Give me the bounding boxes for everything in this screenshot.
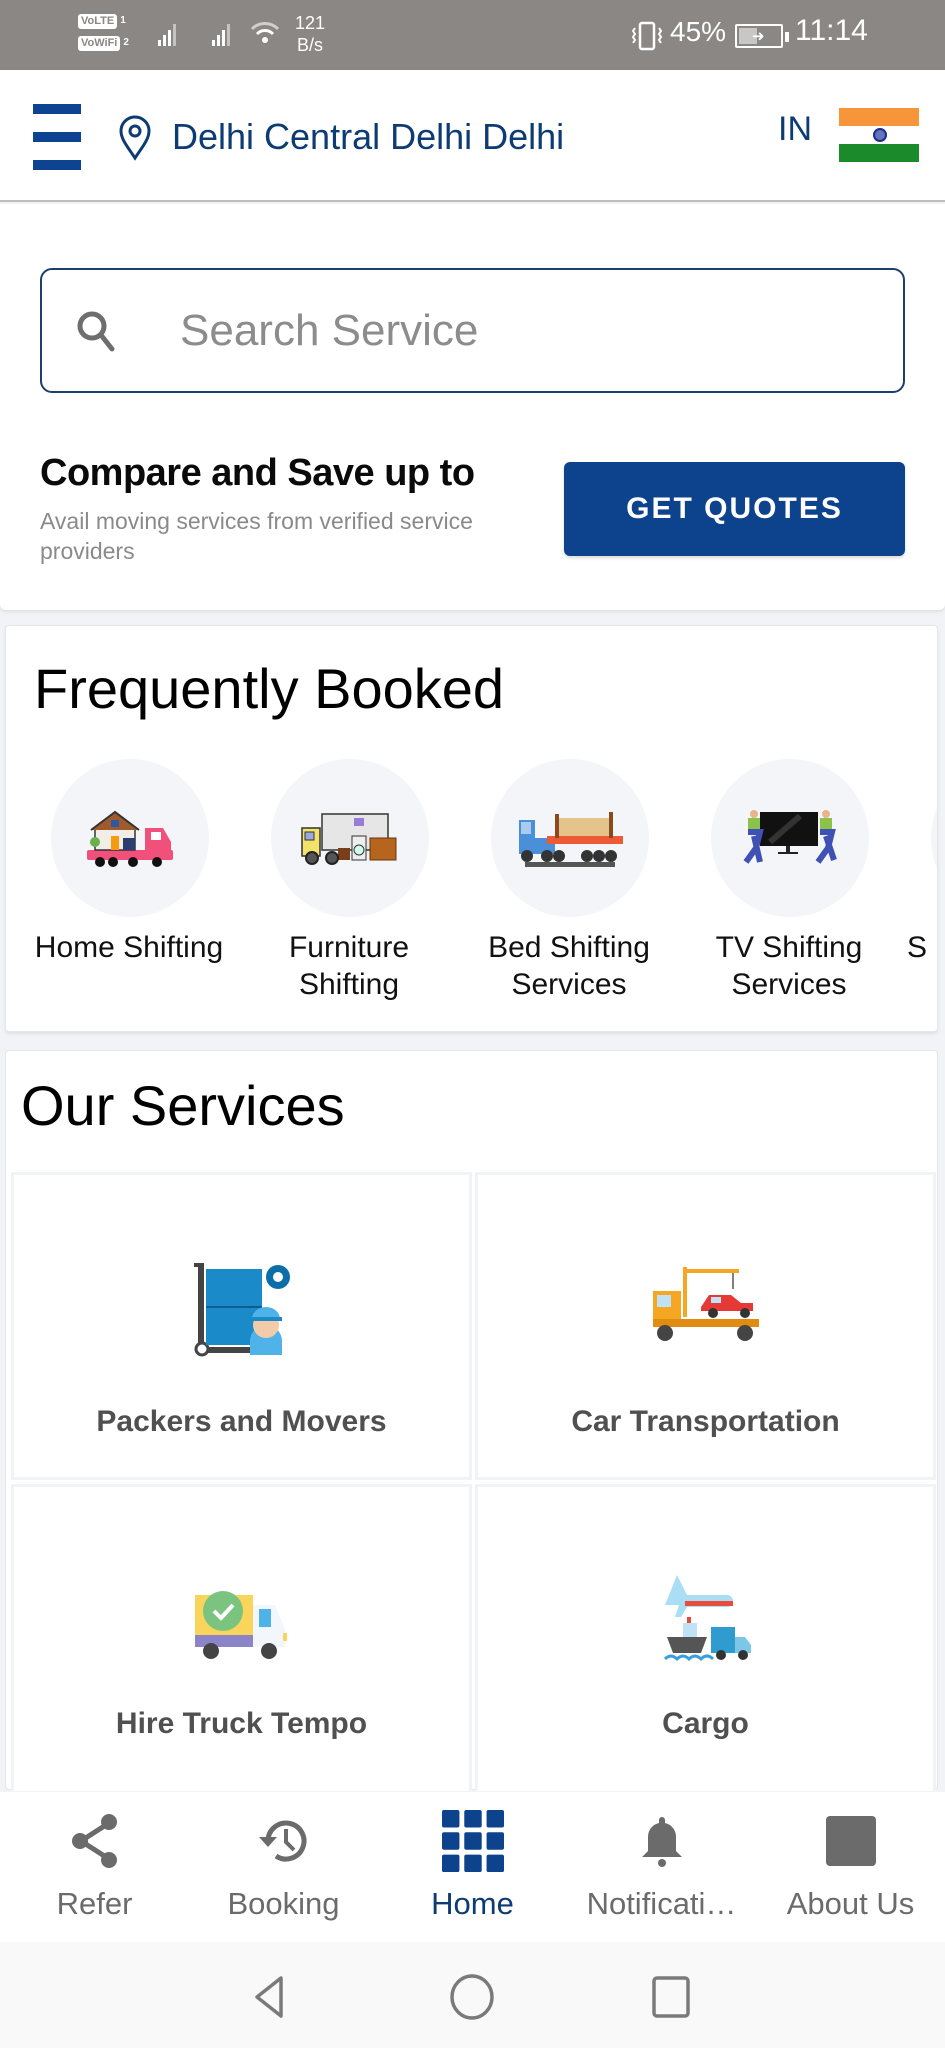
freq-item-label: Bed Shifting Services	[488, 931, 650, 1001]
get-quotes-button[interactable]: GET QUOTES	[564, 462, 905, 556]
charging-bolt-icon: ➜	[752, 28, 765, 45]
search-box[interactable]	[40, 268, 905, 393]
battery-icon: ➜	[735, 24, 789, 48]
nav-label: Home	[431, 1886, 514, 1921]
nav-label: Refer	[56, 1886, 133, 1921]
india-flag-icon[interactable]	[839, 108, 919, 162]
search-input[interactable]	[180, 300, 880, 362]
service-label: Hire Truck Tempo	[115, 1707, 368, 1740]
frequently-booked-list[interactable]: Home Shifting Furniture Shifting Bed Shi…	[6, 759, 937, 1019]
furniture-truck-icon	[301, 813, 397, 865]
freq-item-label: Home Shifting	[34, 931, 224, 964]
location-pin-icon[interactable]	[117, 115, 153, 161]
sim-badges: VoLTE 1 VoWiFi 2	[78, 10, 129, 54]
ashoka-chakra	[873, 127, 887, 142]
delivery-truck-check-icon	[194, 1591, 287, 1659]
service-label: Car Transportation	[571, 1405, 840, 1438]
nav-label: Booking	[227, 1886, 340, 1921]
service-label: Packers and Movers	[96, 1405, 387, 1438]
home-button-icon[interactable]	[447, 1972, 497, 2022]
location-label[interactable]: Delhi Central Delhi Delhi	[172, 116, 564, 158]
service-cargo[interactable]: Cargo	[478, 1487, 933, 1791]
freq-item-partial[interactable]: S	[904, 759, 937, 1019]
search-icon	[77, 311, 115, 352]
bell-icon	[642, 1817, 682, 1867]
network-speed-value: 121	[295, 13, 326, 33]
nav-refer[interactable]: Refer	[0, 1810, 189, 1930]
packers-movers-icon	[193, 1263, 290, 1357]
home-shifting-truck-icon	[87, 810, 173, 867]
volte-badge: VoLTE	[78, 13, 118, 29]
freq-item-home-shifting[interactable]: Home Shifting	[24, 759, 234, 1019]
car-tow-truck-icon	[652, 1267, 759, 1341]
service-label: Cargo	[662, 1707, 749, 1740]
freq-item-furniture-shifting[interactable]: Furniture Shifting	[244, 759, 454, 1019]
frequently-booked-section: Frequently Booked Home Shifting Furnitur…	[5, 625, 938, 1032]
bottom-navigation: Refer Booking Home Notificati… About Us	[0, 1792, 945, 1942]
app-header: Delhi Central Delhi Delhi IN	[0, 70, 945, 202]
bed-truck-icon	[519, 812, 623, 867]
history-icon	[259, 1820, 307, 1862]
nav-home[interactable]: Home	[378, 1810, 567, 1930]
network-speed-unit: B/s	[297, 35, 324, 55]
section-title: Our Services	[21, 1074, 345, 1137]
service-packers-and-movers[interactable]: Packers and Movers	[14, 1175, 469, 1477]
signal-sim2-icon	[212, 22, 230, 46]
signal-sim1-icon	[158, 22, 176, 46]
service-car-transportation[interactable]: Car Transportation	[478, 1175, 933, 1477]
battery-percent: 45%	[670, 16, 727, 47]
grid-icon	[442, 1810, 504, 1872]
our-services-section: Our Services Packers and Movers Car Tran…	[5, 1050, 938, 1791]
promo-title: Compare and Save up to	[40, 452, 475, 494]
system-navigation-bar	[0, 1942, 945, 2048]
vowifi-badge: VoWiFi	[78, 35, 121, 51]
status-bar: VoLTE 1 VoWiFi 2 121 B/s 45% ➜ 11:14	[0, 0, 945, 70]
freq-item-label: S	[906, 931, 927, 964]
tv-movers-icon	[743, 810, 837, 864]
nav-notifications[interactable]: Notificati…	[567, 1810, 756, 1930]
vibrate-icon	[631, 21, 663, 51]
back-button-icon[interactable]	[244, 1972, 294, 2022]
wifi-icon	[250, 22, 280, 43]
nav-label: Notificati…	[586, 1886, 737, 1921]
about-square-icon	[826, 1816, 876, 1866]
service-hire-truck-tempo[interactable]: Hire Truck Tempo	[14, 1487, 469, 1791]
nav-label: About Us	[786, 1886, 915, 1921]
freq-item-bed-shifting[interactable]: Bed Shifting Services	[464, 759, 674, 1019]
sim2-number: 2	[123, 37, 129, 48]
share-icon	[72, 1814, 117, 1868]
sim1-number: 1	[120, 15, 126, 26]
search-promo-card: Compare and Save up to Avail moving serv…	[0, 204, 945, 610]
network-speed: 121 B/s	[295, 12, 325, 56]
nav-booking[interactable]: Booking	[189, 1810, 378, 1930]
freq-item-tv-shifting[interactable]: TV Shifting Services	[684, 759, 894, 1019]
cargo-plane-ship-truck-icon	[663, 1575, 751, 1662]
promo-subtitle: Avail moving services from verified serv…	[40, 508, 473, 564]
clock: 11:14	[795, 14, 868, 47]
menu-button[interactable]	[33, 104, 81, 170]
section-title: Frequently Booked	[34, 657, 505, 720]
country-code[interactable]: IN	[778, 110, 812, 149]
freq-item-label: Furniture Shifting	[288, 931, 410, 1001]
recents-button-icon[interactable]	[647, 1972, 697, 2022]
nav-about-us[interactable]: About Us	[756, 1810, 945, 1930]
